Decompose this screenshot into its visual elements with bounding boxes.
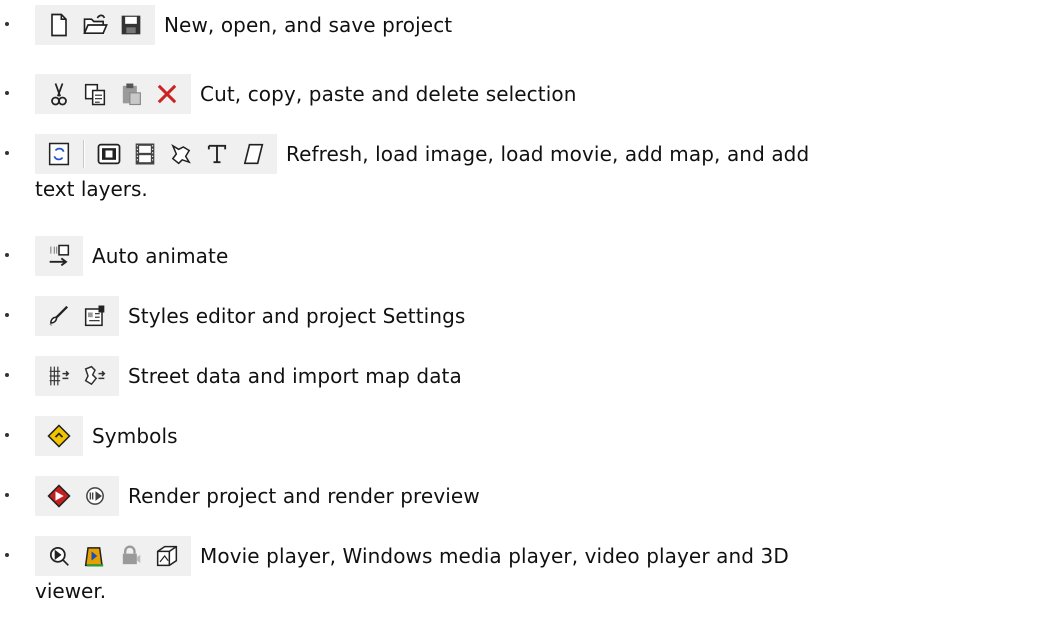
item-label-continuation: text layers. xyxy=(35,177,148,201)
bullet xyxy=(5,253,9,257)
item-label: Render project and render preview xyxy=(128,484,480,508)
copy-icon[interactable] xyxy=(79,78,111,110)
symbol-diamond-icon[interactable] xyxy=(43,420,75,452)
item-label-continuation: viewer. xyxy=(35,579,107,603)
item-label: Symbols xyxy=(92,424,178,448)
toolbar-layers xyxy=(35,134,277,174)
paintbrush-icon[interactable] xyxy=(43,300,75,332)
refresh-icon[interactable] xyxy=(43,138,75,170)
bullet xyxy=(5,91,9,95)
toolbar-map-data xyxy=(35,356,119,396)
toolbar-animate xyxy=(35,236,83,276)
toolbar-render xyxy=(35,476,119,516)
item-label: New, open, and save project xyxy=(164,13,453,37)
settings-icon[interactable] xyxy=(79,300,111,332)
import-map-icon[interactable] xyxy=(79,360,111,392)
render-icon[interactable] xyxy=(43,480,75,512)
paste-icon[interactable] xyxy=(115,78,147,110)
save-disk-icon[interactable] xyxy=(115,9,147,41)
item-label: Auto animate xyxy=(92,244,229,268)
map-icon[interactable] xyxy=(165,138,197,170)
bullet xyxy=(5,313,9,317)
toolbar-file xyxy=(35,5,155,45)
toolbar-styles xyxy=(35,296,119,336)
bullet xyxy=(5,553,9,557)
text-tool-icon[interactable] xyxy=(201,138,233,170)
film-icon[interactable] xyxy=(129,138,161,170)
toolbar-symbols xyxy=(35,416,83,456)
bullet xyxy=(5,493,9,497)
3d-viewer-icon[interactable] xyxy=(151,540,183,572)
movie-player-icon[interactable] xyxy=(43,540,75,572)
item-label: Styles editor and project Settings xyxy=(128,304,466,328)
bullet xyxy=(5,433,9,437)
auto-animate-icon[interactable] xyxy=(43,240,75,272)
windows-media-player-icon[interactable] xyxy=(79,540,111,572)
open-folder-icon[interactable] xyxy=(79,9,111,41)
new-file-icon[interactable] xyxy=(43,9,75,41)
bullet xyxy=(5,373,9,377)
item-label: Refresh, load image, load movie, add map… xyxy=(286,142,810,166)
bullet xyxy=(5,22,9,26)
load-image-icon[interactable] xyxy=(93,138,125,170)
scissors-icon[interactable] xyxy=(43,78,75,110)
street-data-icon[interactable] xyxy=(43,360,75,392)
shape-icon[interactable] xyxy=(237,138,269,170)
toolbar-separator xyxy=(83,140,85,168)
render-preview-icon[interactable] xyxy=(79,480,111,512)
toolbar-players xyxy=(35,536,191,576)
bullet xyxy=(5,151,9,155)
delete-icon[interactable] xyxy=(151,78,183,110)
item-label: Cut, copy, paste and delete selection xyxy=(200,82,577,106)
toolbar-edit xyxy=(35,74,191,114)
item-label: Street data and import map data xyxy=(128,364,462,388)
video-player-icon[interactable] xyxy=(115,540,147,572)
item-label: Movie player, Windows media player, vide… xyxy=(200,544,789,568)
